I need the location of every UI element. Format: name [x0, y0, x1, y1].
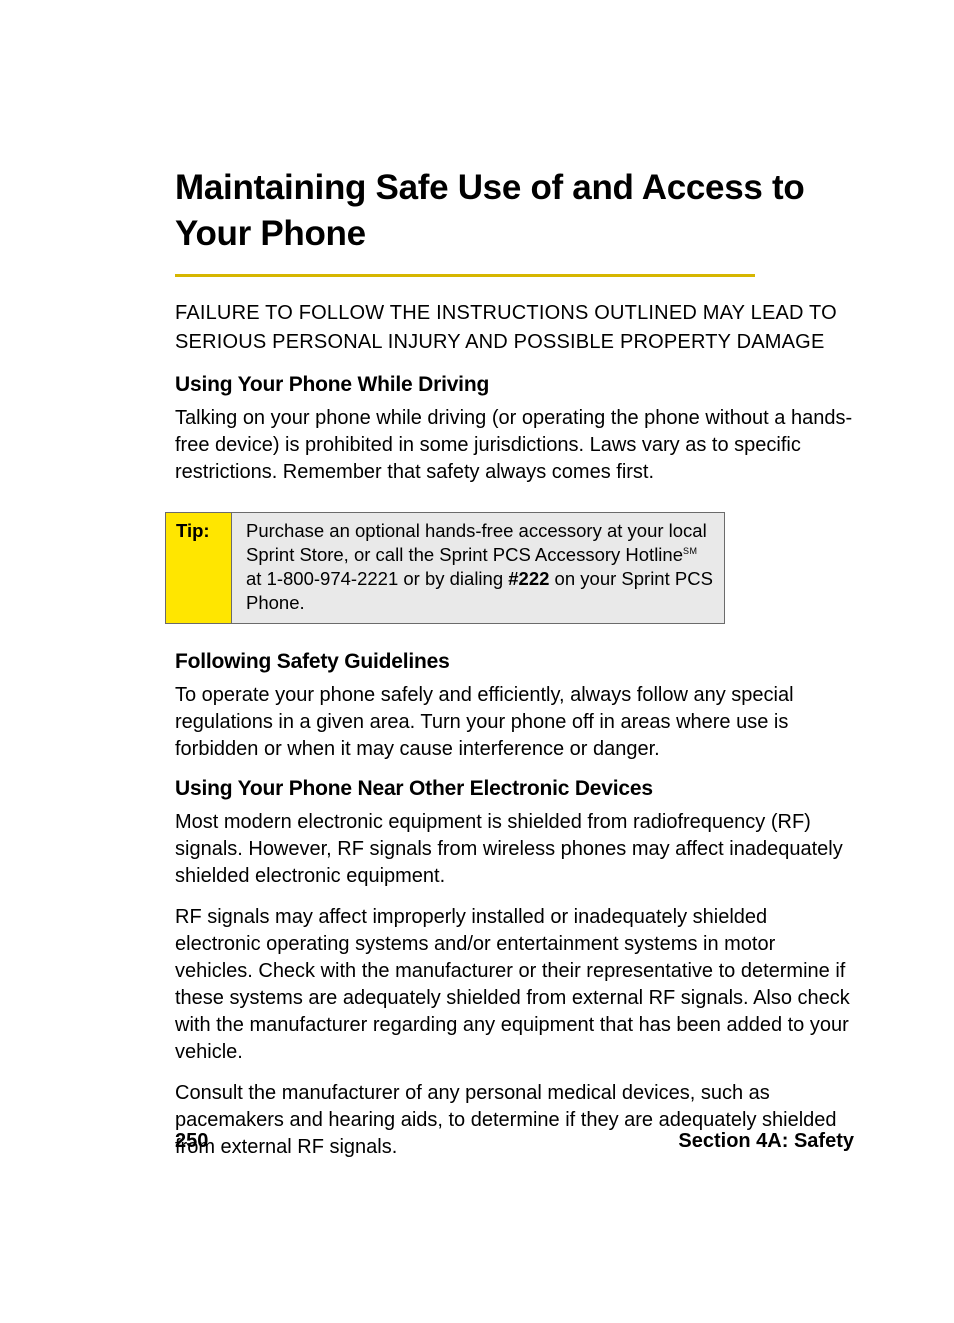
body-devices-1: Most modern electronic equipment is shie… — [175, 809, 854, 890]
body-guidelines: To operate your phone safely and efficie… — [175, 682, 854, 763]
page-title: Maintaining Safe Use of and Access to Yo… — [175, 165, 854, 256]
heading-guidelines: Following Safety Guidelines — [175, 650, 854, 674]
tip-dial-code: #222 — [508, 568, 549, 589]
tip-box: Tip: Purchase an optional hands-free acc… — [165, 512, 725, 624]
page-number: 250 — [175, 1130, 208, 1153]
tip-sm-mark: SM — [683, 546, 698, 556]
title-rule — [175, 274, 755, 277]
tip-text-pre: Purchase an optional hands-free accessor… — [246, 520, 707, 565]
tip-body: Purchase an optional hands-free accessor… — [232, 513, 724, 623]
heading-devices: Using Your Phone Near Other Electronic D… — [175, 777, 854, 801]
tip-text-mid: at 1-800-974-2221 or by dialing — [246, 568, 508, 589]
tip-label: Tip: — [166, 513, 232, 623]
heading-driving: Using Your Phone While Driving — [175, 373, 854, 397]
page-footer: 250 Section 4A: Safety — [175, 1130, 854, 1153]
body-driving: Talking on your phone while driving (or … — [175, 405, 854, 486]
body-devices-2: RF signals may affect improperly install… — [175, 904, 854, 1066]
page-content: Maintaining Safe Use of and Access to Yo… — [0, 0, 954, 1161]
section-label: Section 4A: Safety — [678, 1130, 854, 1153]
warning-text: FAILURE TO FOLLOW THE INSTRUCTIONS OUTLI… — [175, 299, 854, 357]
